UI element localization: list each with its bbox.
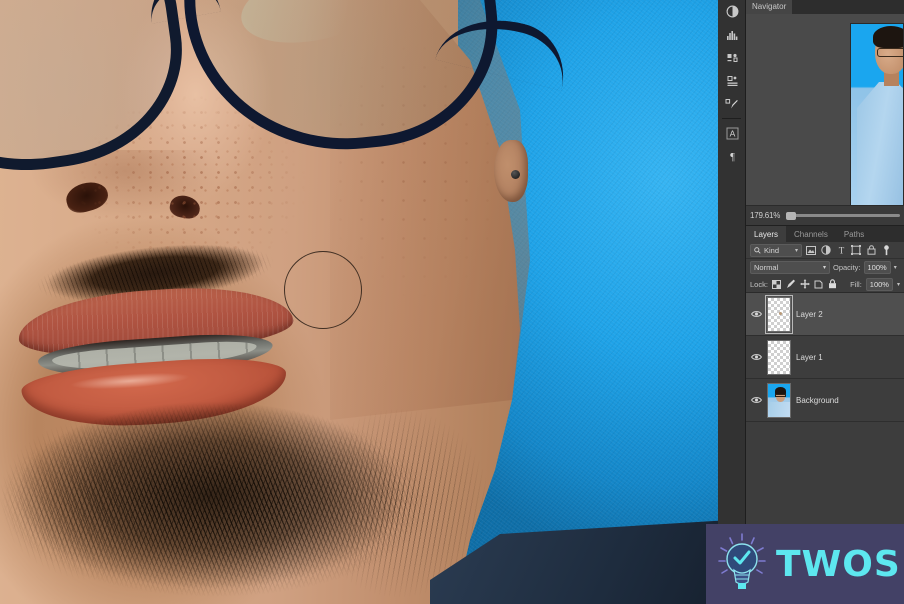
layer-name[interactable]: Background [796,396,839,405]
filter-smart-object-icon[interactable] [865,244,877,257]
eye-icon[interactable] [750,310,762,318]
layer-kind-filter-select[interactable]: Kind ▾ [750,243,802,257]
svg-text:T: T [838,246,844,256]
lock-transparent-pixels-icon[interactable] [772,279,782,290]
navigator-tabbar[interactable]: Navigator [746,0,904,14]
brush-cursor [284,251,362,329]
layers-panel-tabbar[interactable]: Layers Channels Paths [746,225,904,242]
tab-paths[interactable]: Paths [835,226,873,242]
layers-list[interactable]: Layer 2 Layer 1 Background [746,293,904,542]
adjustments-icon[interactable] [718,0,746,23]
layer-thumbnail[interactable] [765,294,793,334]
chevron-down-icon[interactable]: ▾ [795,247,798,254]
dock-divider [722,118,741,119]
lock-label: Lock: [750,279,768,289]
lightbulb-icon [716,533,768,595]
layer-thumb-content-dot [779,311,782,315]
table-row[interactable]: Layer 2 [746,293,904,336]
lock-image-pixels-icon[interactable] [786,279,796,290]
blend-mode-row[interactable]: Normal ▾ Opacity: 100% ▾ [746,259,904,276]
layers-filter-row[interactable]: Kind ▾ T [746,242,904,259]
right-panel-column: Navigator 179.61% Layers Channels Paths [746,0,904,604]
lock-row[interactable]: Lock: Fill: 100% ▾ [746,276,904,293]
lock-all-icon[interactable] [828,279,838,290]
fill-value[interactable]: 100% [865,277,893,291]
character-icon[interactable]: A [718,122,746,145]
navigator-zoom-value[interactable]: 179.61% [750,211,780,220]
tab-navigator[interactable]: Navigator [746,0,793,14]
svg-text:A: A [729,129,735,139]
layer-thumbnail[interactable] [767,382,791,418]
layer-kind-label: Kind [764,245,780,255]
fill-chevron-down-icon[interactable]: ▾ [897,281,900,288]
navigator-thumb-glasses [877,48,903,57]
navigator-zoom-track [786,214,900,217]
search-icon [754,246,761,254]
twos-watermark: TWOS [706,524,904,604]
info-icon[interactable] [718,46,746,69]
opacity-chevron-down-icon[interactable]: ▾ [894,264,897,271]
paragraph-icon[interactable]: ¶ [718,145,746,168]
lock-position-icon[interactable] [799,279,810,290]
eye-icon[interactable] [750,396,762,404]
blend-mode-select[interactable]: Normal ▾ [750,261,830,274]
filter-type-icon[interactable]: T [835,244,847,257]
opacity-label: Opacity: [833,263,861,272]
layer-name[interactable]: Layer 2 [796,310,823,319]
table-row[interactable]: Background [746,379,904,422]
navigator-thumb-hair [873,26,903,48]
eye-icon[interactable] [750,353,762,361]
bg-thumb-shirt [770,401,790,417]
layer-name[interactable]: Layer 1 [796,353,823,362]
navigator-thumbnail [850,23,904,205]
fill-label: Fill: [850,279,862,289]
properties-icon[interactable] [718,69,746,92]
navigator-zoom-bar[interactable]: 179.61% [746,205,904,225]
photoshop-window: A ¶ Navigator 179.61% Layers Channels Pa… [0,0,904,604]
filter-toggle-icon[interactable] [880,244,892,257]
navigator-thumb-shirt [857,82,903,205]
chevron-down-icon[interactable]: ▾ [823,264,826,271]
blend-mode-value: Normal [754,263,779,272]
filter-shape-icon[interactable] [850,244,862,257]
brush-settings-icon[interactable] [718,92,746,115]
photo-ear-stud [511,170,520,179]
navigator-zoom-slider[interactable] [786,210,900,222]
histogram-icon[interactable] [718,23,746,46]
bg-thumb-glasses [775,393,786,397]
twos-brand-text: TWOS [776,543,901,585]
navigator-preview[interactable] [746,14,904,205]
panel-icon-dock[interactable]: A ¶ [718,0,746,604]
layer-thumbnail[interactable] [767,339,791,375]
opacity-value[interactable]: 100% [863,261,891,274]
tab-channels[interactable]: Channels [786,226,836,242]
lock-artboard-nesting-icon[interactable] [814,279,824,290]
tab-layers[interactable]: Layers [746,226,787,242]
svg-text:¶: ¶ [730,152,735,163]
table-row[interactable]: Layer 1 [746,336,904,379]
photo-stubble-left [0,400,210,600]
navigator-zoom-thumb[interactable] [786,211,797,220]
filter-adjustment-icon[interactable] [820,244,832,257]
filter-pixel-icon[interactable] [805,244,817,257]
canvas-area[interactable] [0,0,718,604]
